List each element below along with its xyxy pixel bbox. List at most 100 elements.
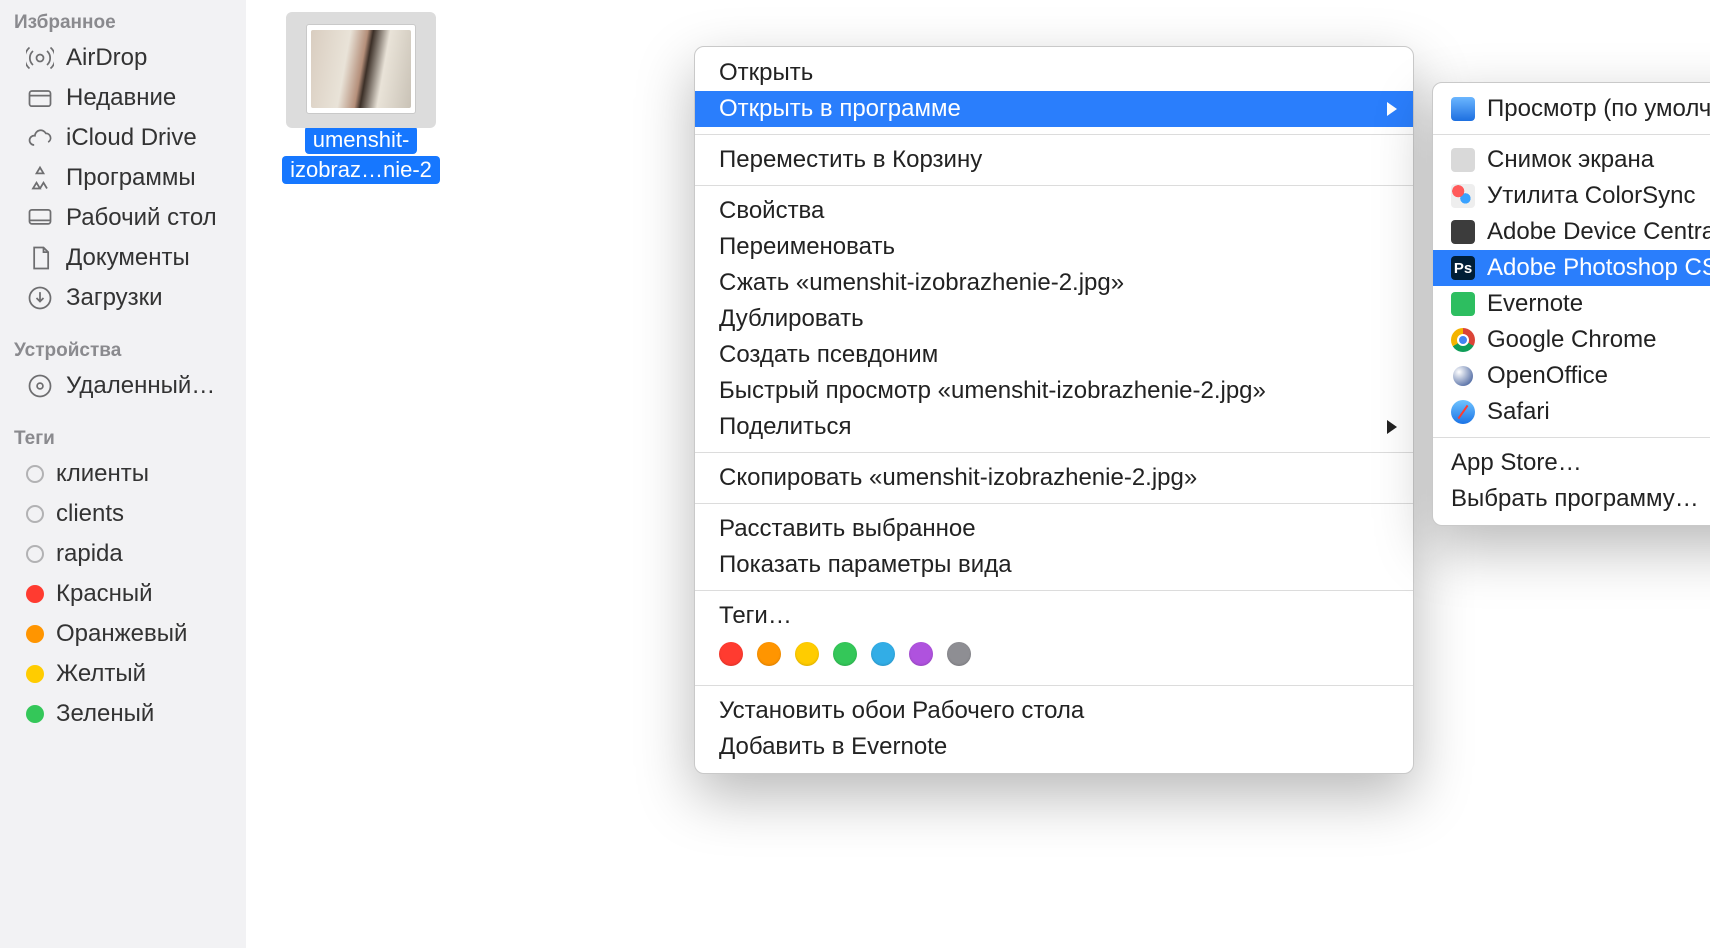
tag-dot-icon [26,705,44,723]
finder-content[interactable]: umenshit- izobraz…nie-2 Открыть Открыть … [246,0,1710,948]
open-with-appstore[interactable]: App Store… [1433,445,1710,481]
menu-share[interactable]: Поделиться [695,409,1413,445]
recents-icon [26,84,54,112]
menu-add-evernote[interactable]: Добавить в Evernote [695,729,1413,765]
desktop-icon [26,204,54,232]
sidebar-item-recents[interactable]: Недавние [0,78,246,118]
sidebar-item-label: Документы [66,244,190,272]
open-with-chrome[interactable]: Google Chrome [1433,322,1710,358]
menu-open[interactable]: Открыть [695,55,1413,91]
tag-color-orange[interactable] [757,642,781,666]
tag-color-gray[interactable] [947,642,971,666]
disc-icon [26,372,54,400]
tag-dot-icon [26,505,44,523]
tag-color-yellow[interactable] [795,642,819,666]
chrome-app-icon [1451,328,1475,352]
sidebar-tag-clientsru[interactable]: клиенты [0,454,246,494]
menu-separator [695,685,1413,686]
evernote-app-icon [1451,292,1475,316]
sidebar-tag-green[interactable]: Зеленый [0,694,246,734]
sidebar-tag-red[interactable]: Красный [0,574,246,614]
menu-set-desktop[interactable]: Установить обои Рабочего стола [695,693,1413,729]
menu-label: Утилита ColorSync [1487,182,1696,210]
sidebar-item-label: Программы [66,164,196,192]
open-with-safari[interactable]: Safari [1433,394,1710,430]
file-name-label: umenshit- izobraz…nie-2 [282,126,440,184]
sidebar-tag-orange[interactable]: Оранжевый [0,614,246,654]
menu-rename[interactable]: Переименовать [695,229,1413,265]
sidebar-item-downloads[interactable]: Загрузки [0,278,246,318]
menu-label: Снимок экрана [1487,146,1654,174]
apps-icon [26,164,54,192]
open-with-device-central[interactable]: Adobe Device Central CS5 [1433,214,1710,250]
cloud-icon [26,124,54,152]
context-menu: Открыть Открыть в программе Переместить … [694,46,1414,774]
file-name-line2: izobraz…nie-2 [282,156,440,184]
open-with-evernote[interactable]: Evernote [1433,286,1710,322]
finder-sidebar: Избранное AirDrop Недавние iCloud Drive … [0,0,246,948]
colorsync-app-icon [1451,184,1475,208]
airdrop-icon [26,44,54,72]
sidebar-item-label: Удаленный… [66,372,215,400]
sidebar-heading-tags: Теги [0,422,246,454]
sidebar-tag-clientsen[interactable]: clients [0,494,246,534]
menu-separator [695,452,1413,453]
sidebar-item-label: rapida [56,540,123,568]
tag-dot-icon [26,665,44,683]
tag-dot-icon [26,465,44,483]
open-with-preview[interactable]: Просмотр (по умолчанию) [1433,91,1710,127]
sidebar-item-documents[interactable]: Документы [0,238,246,278]
device-central-app-icon [1451,220,1475,244]
menu-compress[interactable]: Сжать «umenshit-izobrazhenie-2.jpg» [695,265,1413,301]
menu-view-options[interactable]: Показать параметры вида [695,547,1413,583]
file-item[interactable]: umenshit- izobraz…nie-2 [288,14,434,184]
sidebar-item-airdrop[interactable]: AirDrop [0,38,246,78]
menu-separator [1433,437,1710,438]
menu-copy[interactable]: Скопировать «umenshit-izobrazhenie-2.jpg… [695,460,1413,496]
screenshot-app-icon [1451,148,1475,172]
open-with-colorsync[interactable]: Утилита ColorSync [1433,178,1710,214]
menu-label: Evernote [1487,290,1583,318]
sidebar-item-icloud[interactable]: iCloud Drive [0,118,246,158]
sidebar-tag-rapida[interactable]: rapida [0,534,246,574]
tag-color-blue[interactable] [871,642,895,666]
sidebar-item-label: iCloud Drive [66,124,197,152]
sidebar-item-label: AirDrop [66,44,147,72]
menu-clean-up[interactable]: Расставить выбранное [695,511,1413,547]
sidebar-item-label: Красный [56,580,153,608]
menu-trash[interactable]: Переместить в Корзину [695,142,1413,178]
tag-color-green[interactable] [833,642,857,666]
menu-tags-label[interactable]: Теги… [695,598,1413,634]
sidebar-item-label: Желтый [56,660,146,688]
menu-separator [695,503,1413,504]
menu-label: Просмотр (по умолчанию) [1487,95,1710,123]
open-with-openoffice[interactable]: OpenOffice [1433,358,1710,394]
tag-color-purple[interactable] [909,642,933,666]
sidebar-item-apps[interactable]: Программы [0,158,246,198]
sidebar-item-label: clients [56,500,124,528]
openoffice-app-icon [1451,364,1475,388]
open-with-photoshop[interactable]: Ps Adobe Photoshop CS5 [1433,250,1710,286]
menu-get-info[interactable]: Свойства [695,193,1413,229]
menu-separator [695,185,1413,186]
menu-label: Выбрать программу… [1451,485,1699,513]
menu-open-with[interactable]: Открыть в программе [695,91,1413,127]
open-with-choose[interactable]: Выбрать программу… [1433,481,1710,517]
sidebar-item-remote-disc[interactable]: Удаленный… [0,366,246,406]
open-with-screenshot[interactable]: Снимок экрана [1433,142,1710,178]
tag-dot-icon [26,585,44,603]
sidebar-item-label: Недавние [66,84,176,112]
menu-duplicate[interactable]: Дублировать [695,301,1413,337]
menu-label: App Store… [1451,449,1582,477]
photoshop-app-icon: Ps [1451,256,1475,280]
menu-quick-look[interactable]: Быстрый просмотр «umenshit-izobrazhenie-… [695,373,1413,409]
sidebar-heading-devices: Устройства [0,334,246,366]
tag-color-red[interactable] [719,642,743,666]
sidebar-tag-yellow[interactable]: Желтый [0,654,246,694]
menu-make-alias[interactable]: Создать псевдоним [695,337,1413,373]
menu-label: Adobe Photoshop CS5 [1487,254,1710,282]
menu-separator [1433,134,1710,135]
document-icon [26,244,54,272]
sidebar-item-desktop[interactable]: Рабочий стол [0,198,246,238]
menu-separator [695,134,1413,135]
